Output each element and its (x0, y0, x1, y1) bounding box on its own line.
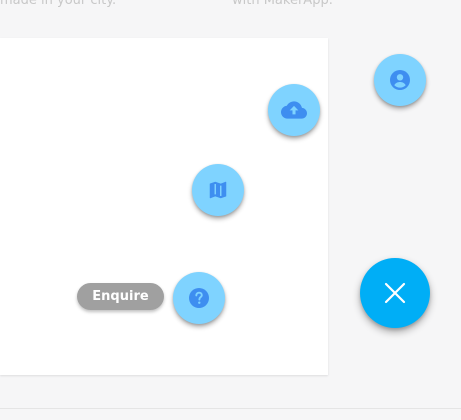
help-circle-icon (189, 288, 209, 308)
background-caption-left: made in your city. (0, 0, 117, 8)
map-icon (209, 181, 227, 199)
divider (0, 408, 461, 409)
speed-dial-close-button[interactable] (360, 258, 430, 328)
enquire-label[interactable]: Enquire (77, 283, 164, 310)
profile-fab-button[interactable] (374, 54, 426, 106)
upload-fab-button[interactable] (268, 84, 320, 136)
account-circle-icon (390, 70, 410, 90)
background-caption-right: with MakerApp. (232, 0, 333, 8)
close-icon (384, 282, 406, 304)
map-fab-button[interactable] (192, 164, 244, 216)
enquire-fab-button[interactable] (173, 272, 225, 324)
cloud-upload-icon (281, 101, 307, 119)
